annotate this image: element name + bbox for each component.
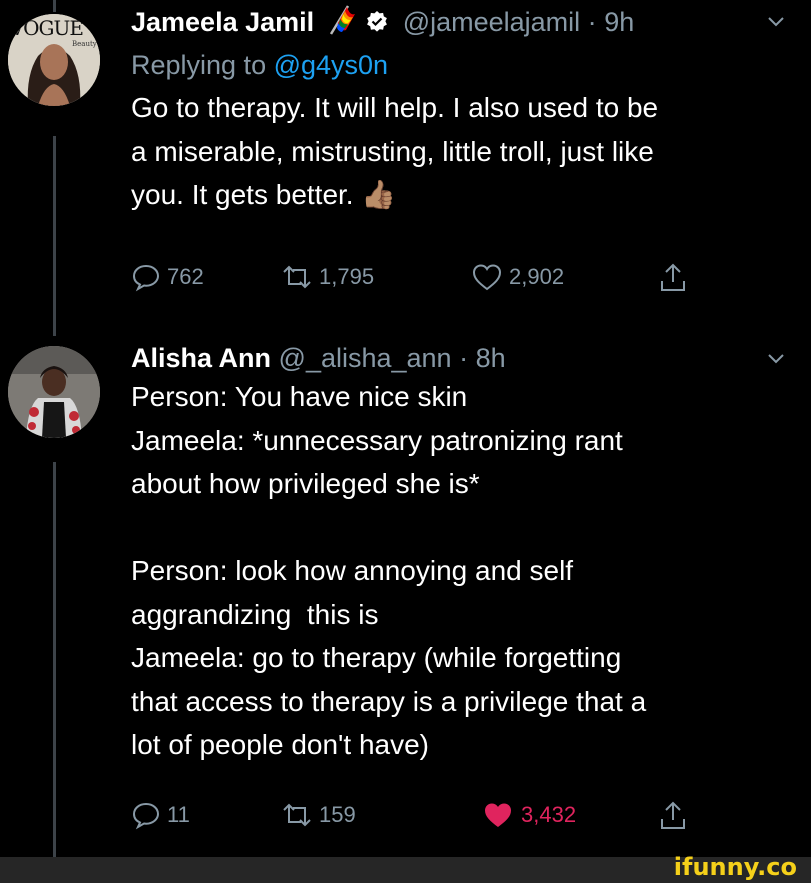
thread-line-2 (53, 462, 56, 862)
retweet-count: 159 (319, 802, 356, 827)
tweet-timestamp[interactable]: 8h (476, 343, 506, 373)
chevron-down-icon[interactable] (765, 347, 787, 369)
tweet[interactable]: Jameela Jamil @jameelajamil · 9h Replyin… (131, 4, 791, 217)
like-count: 2,902 (509, 264, 565, 289)
avatar[interactable]: VOGUE Beauty (8, 14, 100, 106)
retweet-button[interactable]: 159 (281, 800, 356, 830)
reply-icon (132, 802, 160, 830)
tweet-timestamp[interactable]: 9h (604, 7, 634, 37)
retweet-button[interactable]: 1,795 (281, 262, 374, 292)
tweet-header: Alisha Ann @_alisha_ann · 8h (131, 341, 791, 375)
watermark-logo: ifunny.co (673, 853, 797, 881)
share-button[interactable] (659, 800, 687, 832)
thread-line-1 (53, 136, 56, 336)
chevron-down-icon[interactable] (765, 10, 787, 32)
thread-line-top (53, 0, 56, 12)
author-name[interactable]: Jameela Jamil (131, 7, 314, 37)
avatar[interactable] (8, 346, 100, 438)
reply-count: 11 (167, 802, 190, 827)
tweet-actions: 762 1,795 2,902 (131, 262, 691, 296)
separator-dot: · (587, 7, 597, 37)
like-count: 3,432 (521, 802, 577, 827)
retweet-icon (283, 265, 311, 289)
tweet[interactable]: Alisha Ann @_alisha_ann · 8h Person: You… (131, 341, 791, 767)
rainbow-flag-icon (326, 4, 356, 44)
replying-to: Replying to @g4ys0n (131, 48, 791, 82)
replying-to-mention[interactable]: @g4ys0n (274, 50, 388, 80)
like-icon (485, 803, 511, 827)
like-icon (472, 264, 502, 291)
tweet-header: Jameela Jamil @jameelajamil · 9h (131, 4, 791, 44)
share-icon (661, 801, 685, 829)
like-button[interactable]: 3,432 (481, 800, 576, 830)
tweet-text: Go to therapy. It will help. I also used… (131, 92, 659, 210)
author-handle[interactable]: @jameelajamil (403, 7, 580, 37)
share-icon (661, 263, 685, 291)
share-button[interactable] (659, 262, 687, 294)
author-handle[interactable]: @_alisha_ann (279, 343, 452, 373)
tweet-text: Person: You have nice skin Jameela: *unn… (131, 381, 647, 760)
retweet-icon (283, 803, 311, 827)
retweet-count: 1,795 (319, 264, 375, 289)
like-button[interactable]: 2,902 (471, 262, 564, 292)
verified-badge-icon (365, 8, 389, 42)
avatar-magazine-subtitle: Beauty (72, 40, 97, 48)
author-name[interactable]: Alisha Ann (131, 343, 271, 373)
tweet-actions: 11 159 3,432 (131, 800, 691, 834)
reply-button[interactable]: 11 (131, 800, 190, 830)
replying-to-label: Replying to (131, 50, 274, 80)
avatar-image (8, 346, 100, 438)
separator-dot: · (459, 343, 469, 373)
reply-count: 762 (167, 264, 204, 289)
reply-button[interactable]: 762 (131, 262, 204, 292)
reply-icon (132, 264, 160, 292)
avatar-magazine-title: VOGUE (10, 16, 84, 40)
